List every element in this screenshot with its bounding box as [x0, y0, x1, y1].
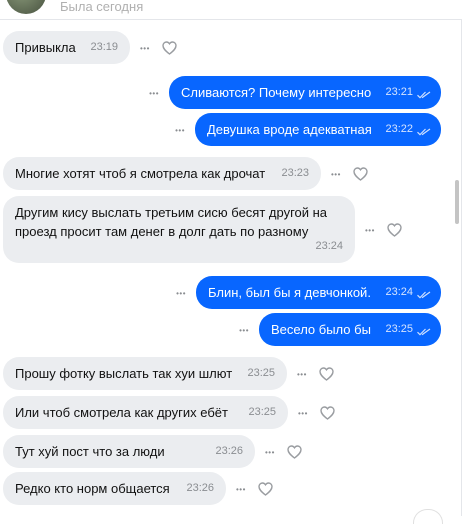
message-text: Тут хуй пост что за люди [15, 444, 165, 459]
outgoing-message: Сливаются? Почему интересно 23:21 ••• [0, 76, 455, 109]
more-dots-icon[interactable]: ••• [140, 44, 150, 54]
message-text: Сливаются? Почему интересно [181, 85, 372, 100]
message-time: 23:24 [315, 240, 343, 252]
message-time: 23:25 [247, 367, 275, 379]
avatar[interactable] [6, 0, 46, 14]
outgoing-message: Весело было бы 23:25 ••• [0, 313, 455, 346]
incoming-message: Редко кто норм общается 23:26 ••• [0, 472, 455, 505]
panel-border [461, 20, 462, 516]
message-bubble[interactable]: Девушка вроде адекватная 23:22 [195, 113, 441, 146]
message-bubble[interactable]: Привыкла 23:19 [3, 31, 130, 64]
message-time: 23:26 [215, 445, 243, 457]
message-text: Или чтоб смотрела как других ебёт [15, 405, 228, 420]
message-time: 23:25 [385, 323, 413, 335]
more-dots-icon[interactable]: ••• [149, 89, 159, 99]
incoming-message: Или чтоб смотрела как других ебёт 23:25 ••… [0, 396, 455, 429]
message-text: Другим кису выслать третьим сисю бесят д… [15, 205, 328, 239]
incoming-message: Другим кису выслать третьим сисю бесят д… [0, 196, 455, 263]
message-bubble[interactable]: Тут хуй пост что за люди 23:26 [3, 435, 255, 468]
heart-icon[interactable] [319, 367, 334, 381]
message-text: Привыкла [15, 40, 76, 55]
outgoing-message: Девушка вроде адекватная 23:22 ••• [0, 113, 455, 146]
more-dots-icon[interactable]: ••• [265, 448, 275, 458]
last-seen-status: Была сегодня [60, 0, 144, 14]
message-bubble[interactable]: Или чтоб смотрела как других ебёт 23:25 [3, 396, 288, 429]
message-text: Блин, был бы я девчонкой. [208, 285, 371, 300]
message-text: Многие хотят чтоб я смотрела как дрочат [15, 166, 266, 181]
more-dots-icon[interactable]: ••• [236, 485, 246, 495]
double-check-icon [417, 91, 431, 99]
heart-icon[interactable] [162, 41, 177, 55]
double-check-icon [417, 328, 431, 336]
message-time: 23:21 [385, 86, 413, 98]
message-bubble[interactable]: Блин, был бы я девчонкой. 23:24 [196, 276, 441, 309]
heart-icon[interactable] [320, 406, 335, 420]
message-bubble[interactable]: Редко кто норм общается 23:26 [3, 472, 226, 505]
more-dots-icon[interactable]: ••• [298, 409, 308, 419]
heart-icon[interactable] [258, 482, 273, 496]
message-bubble[interactable]: Многие хотят чтоб я смотрела как дрочат 2… [3, 157, 321, 190]
message-bubble[interactable]: Весело было бы 23:25 [259, 313, 441, 346]
scroll-down-button[interactable] [413, 509, 443, 524]
more-dots-icon[interactable]: ••• [239, 326, 249, 336]
heart-icon[interactable] [353, 167, 368, 181]
message-time: 23:19 [90, 41, 118, 53]
incoming-message: Многие хотят чтоб я смотрела как дрочат 2… [0, 157, 455, 190]
message-time: 23:23 [281, 167, 309, 179]
more-dots-icon[interactable]: ••• [365, 226, 375, 236]
more-dots-icon[interactable]: ••• [175, 126, 185, 136]
more-dots-icon[interactable]: ••• [297, 370, 307, 380]
message-text: Весело было бы [271, 322, 371, 337]
message-bubble[interactable]: Сливаются? Почему интересно 23:21 [169, 76, 441, 109]
double-check-icon [417, 291, 431, 299]
heart-icon[interactable] [387, 223, 402, 237]
message-bubble[interactable]: Другим кису выслать третьим сисю бесят д… [3, 196, 355, 263]
incoming-message: Тут хуй пост что за люди 23:26 ••• [0, 435, 455, 468]
message-bubble[interactable]: Прошу фотку выслать так хуи шлют 23:25 [3, 357, 287, 390]
more-dots-icon[interactable]: ••• [176, 289, 186, 299]
header-divider [0, 19, 462, 20]
message-time: 23:22 [385, 123, 413, 135]
more-dots-icon[interactable]: ••• [331, 170, 341, 180]
outgoing-message: Блин, был бы я девчонкой. 23:24 ••• [0, 276, 455, 309]
message-time: 23:25 [248, 406, 276, 418]
message-text: Девушка вроде адекватная [207, 122, 372, 137]
message-text: Редко кто норм общается [15, 481, 170, 496]
message-text: Прошу фотку выслать так хуи шлют [15, 366, 233, 381]
chat-header: Была сегодня [0, 0, 469, 22]
message-time: 23:26 [186, 482, 214, 494]
scrollbar-thumb[interactable] [455, 180, 459, 224]
incoming-message: Привыкла 23:19 ••• [0, 31, 455, 64]
double-check-icon [417, 128, 431, 136]
message-time: 23:24 [385, 286, 413, 298]
incoming-message: Прошу фотку выслать так хуи шлют 23:25 ••• [0, 357, 455, 390]
heart-icon[interactable] [287, 445, 302, 459]
